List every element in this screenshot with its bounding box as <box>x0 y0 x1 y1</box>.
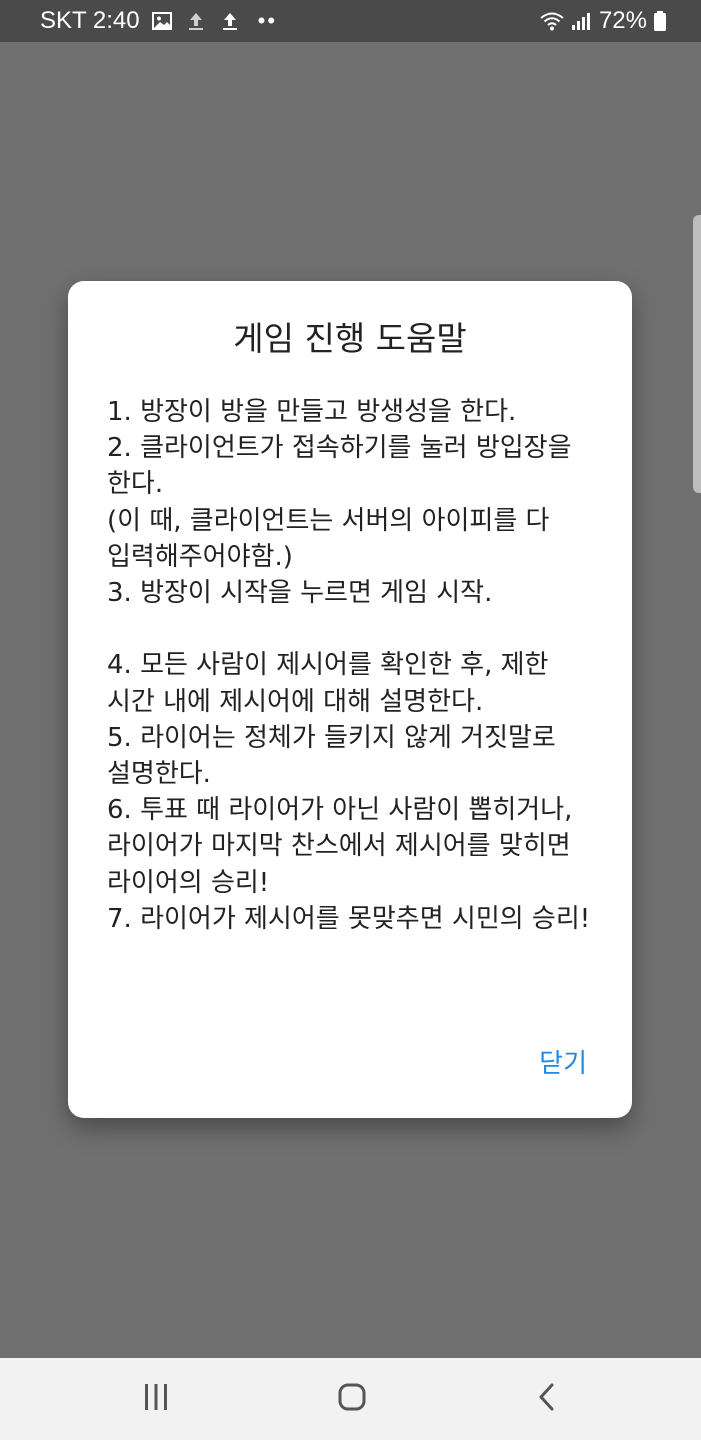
recent-apps-icon <box>141 1382 171 1416</box>
close-button[interactable]: 닫기 <box>539 1047 587 1081</box>
scrollbar[interactable] <box>693 215 701 493</box>
status-bar: SKT 2:40 •• 72% <box>0 0 701 42</box>
carrier-time: SKT 2:40 <box>40 7 140 34</box>
more-dots-icon: •• <box>257 8 278 33</box>
battery-percent: 72% <box>598 7 647 34</box>
back-button[interactable] <box>508 1358 588 1440</box>
status-bar-left: SKT 2:40 •• <box>40 0 277 42</box>
recent-apps-button[interactable] <box>116 1358 196 1440</box>
dialog-message: 1. 방장이 방을 만들고 방생성을 한다. 2. 클라이언트가 접속하기를 눌… <box>107 397 591 934</box>
status-bar-right: 72% <box>539 0 667 42</box>
image-icon <box>150 9 174 33</box>
battery-icon <box>653 9 667 33</box>
back-icon <box>533 1382 563 1416</box>
upload-icon <box>184 9 208 33</box>
help-dialog: 게임 진행 도움말 1. 방장이 방을 만들고 방생성을 한다. 2. 클라이언… <box>68 281 632 1118</box>
signal-icon <box>569 9 593 33</box>
wifi-icon <box>539 9 564 33</box>
home-button[interactable] <box>312 1358 392 1440</box>
navigation-bar <box>0 1358 701 1440</box>
dialog-title: 게임 진행 도움말 <box>233 319 467 358</box>
upload-icon <box>218 9 242 33</box>
home-icon <box>337 1382 367 1416</box>
